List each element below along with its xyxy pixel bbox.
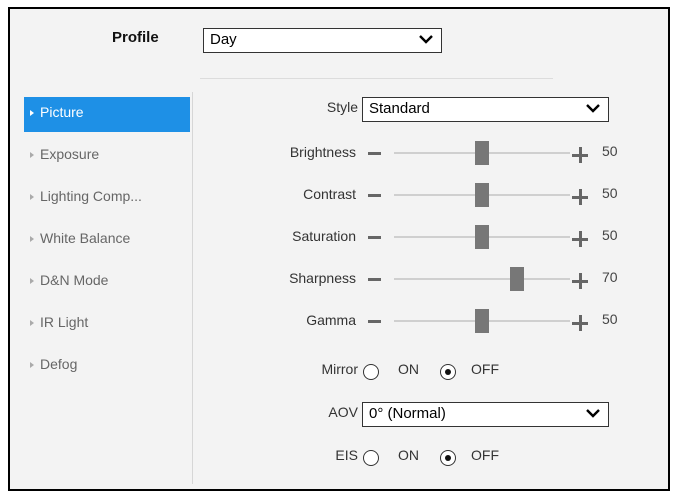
slider-label: Contrast <box>303 186 356 202</box>
plus-icon[interactable] <box>572 189 588 205</box>
sidebar-item-label: IR Light <box>40 314 89 330</box>
slider-label: Saturation <box>292 228 356 244</box>
minus-icon[interactable] <box>368 320 381 323</box>
sidebar-item[interactable]: Picture <box>24 97 190 132</box>
slider-value: 50 <box>602 311 618 327</box>
eis-on-label: ON <box>398 447 419 463</box>
slider-thumb[interactable] <box>475 141 489 165</box>
style-select[interactable]: Standard <box>362 97 609 122</box>
sidebar-item-label: Defog <box>40 356 78 372</box>
style-label: Style <box>326 99 358 115</box>
slider-value: 50 <box>602 185 618 201</box>
plus-icon[interactable] <box>572 147 588 163</box>
eis-label: EIS <box>335 447 358 463</box>
plus-icon[interactable] <box>572 273 588 289</box>
slider-thumb[interactable] <box>475 225 489 249</box>
sidebar-item-label: D&N Mode <box>40 272 109 288</box>
divider <box>200 78 553 79</box>
style-value: Standard <box>369 100 430 117</box>
sidebar-item-label: Exposure <box>40 146 100 162</box>
minus-icon[interactable] <box>368 236 381 239</box>
sidebar-item[interactable]: D&N Mode <box>24 265 190 307</box>
profile-label: Profile <box>112 29 159 46</box>
sidebar-item[interactable]: IR Light <box>24 307 190 349</box>
eis-on-radio[interactable] <box>363 450 379 466</box>
sidebar-item-label: Lighting Comp... <box>40 188 142 204</box>
mirror-label: Mirror <box>321 361 358 377</box>
sidebar-divider <box>192 92 193 484</box>
sidebar-item[interactable]: White Balance <box>24 223 190 265</box>
slider-label: Sharpness <box>289 270 356 286</box>
chevron-down-icon <box>419 35 433 44</box>
aov-label: AOV <box>328 404 358 420</box>
caret-right-icon <box>30 362 34 368</box>
mirror-on-radio[interactable] <box>363 364 379 380</box>
sidebar: Picture Exposure Lighting Comp... White Bal… <box>24 97 190 391</box>
eis-off-radio[interactable] <box>440 450 456 466</box>
sidebar-item[interactable]: Lighting Comp... <box>24 181 190 223</box>
mirror-on-label: ON <box>398 361 419 377</box>
mirror-off-radio[interactable] <box>440 364 456 380</box>
caret-right-icon <box>30 320 34 326</box>
slider-thumb[interactable] <box>510 267 524 291</box>
caret-right-icon <box>30 110 34 116</box>
slider-thumb[interactable] <box>475 183 489 207</box>
aov-select[interactable]: 0° (Normal) <box>362 402 609 427</box>
slider-value: 70 <box>602 269 618 285</box>
slider-thumb[interactable] <box>475 309 489 333</box>
sidebar-item-label: Picture <box>40 104 84 120</box>
minus-icon[interactable] <box>368 278 381 281</box>
aov-value: 0° (Normal) <box>369 405 446 422</box>
caret-right-icon <box>30 236 34 242</box>
slider-value: 50 <box>602 143 618 159</box>
caret-right-icon <box>30 194 34 200</box>
profile-value: Day <box>210 31 237 48</box>
sidebar-item[interactable]: Defog <box>24 349 190 391</box>
slider-label: Brightness <box>289 144 356 160</box>
caret-right-icon <box>30 152 34 158</box>
chevron-down-icon <box>586 409 600 418</box>
eis-off-label: OFF <box>471 447 499 463</box>
plus-icon[interactable] <box>572 315 588 331</box>
slider-label: Gamma <box>306 312 356 328</box>
sidebar-item[interactable]: Exposure <box>24 139 190 181</box>
slider-value: 50 <box>602 227 618 243</box>
sidebar-item-label: White Balance <box>40 230 131 246</box>
profile-select[interactable]: Day <box>203 28 442 53</box>
caret-right-icon <box>30 278 34 284</box>
minus-icon[interactable] <box>368 194 381 197</box>
slider-track[interactable] <box>394 278 570 280</box>
chevron-down-icon <box>586 104 600 113</box>
mirror-off-label: OFF <box>471 361 499 377</box>
minus-icon[interactable] <box>368 152 381 155</box>
plus-icon[interactable] <box>572 231 588 247</box>
